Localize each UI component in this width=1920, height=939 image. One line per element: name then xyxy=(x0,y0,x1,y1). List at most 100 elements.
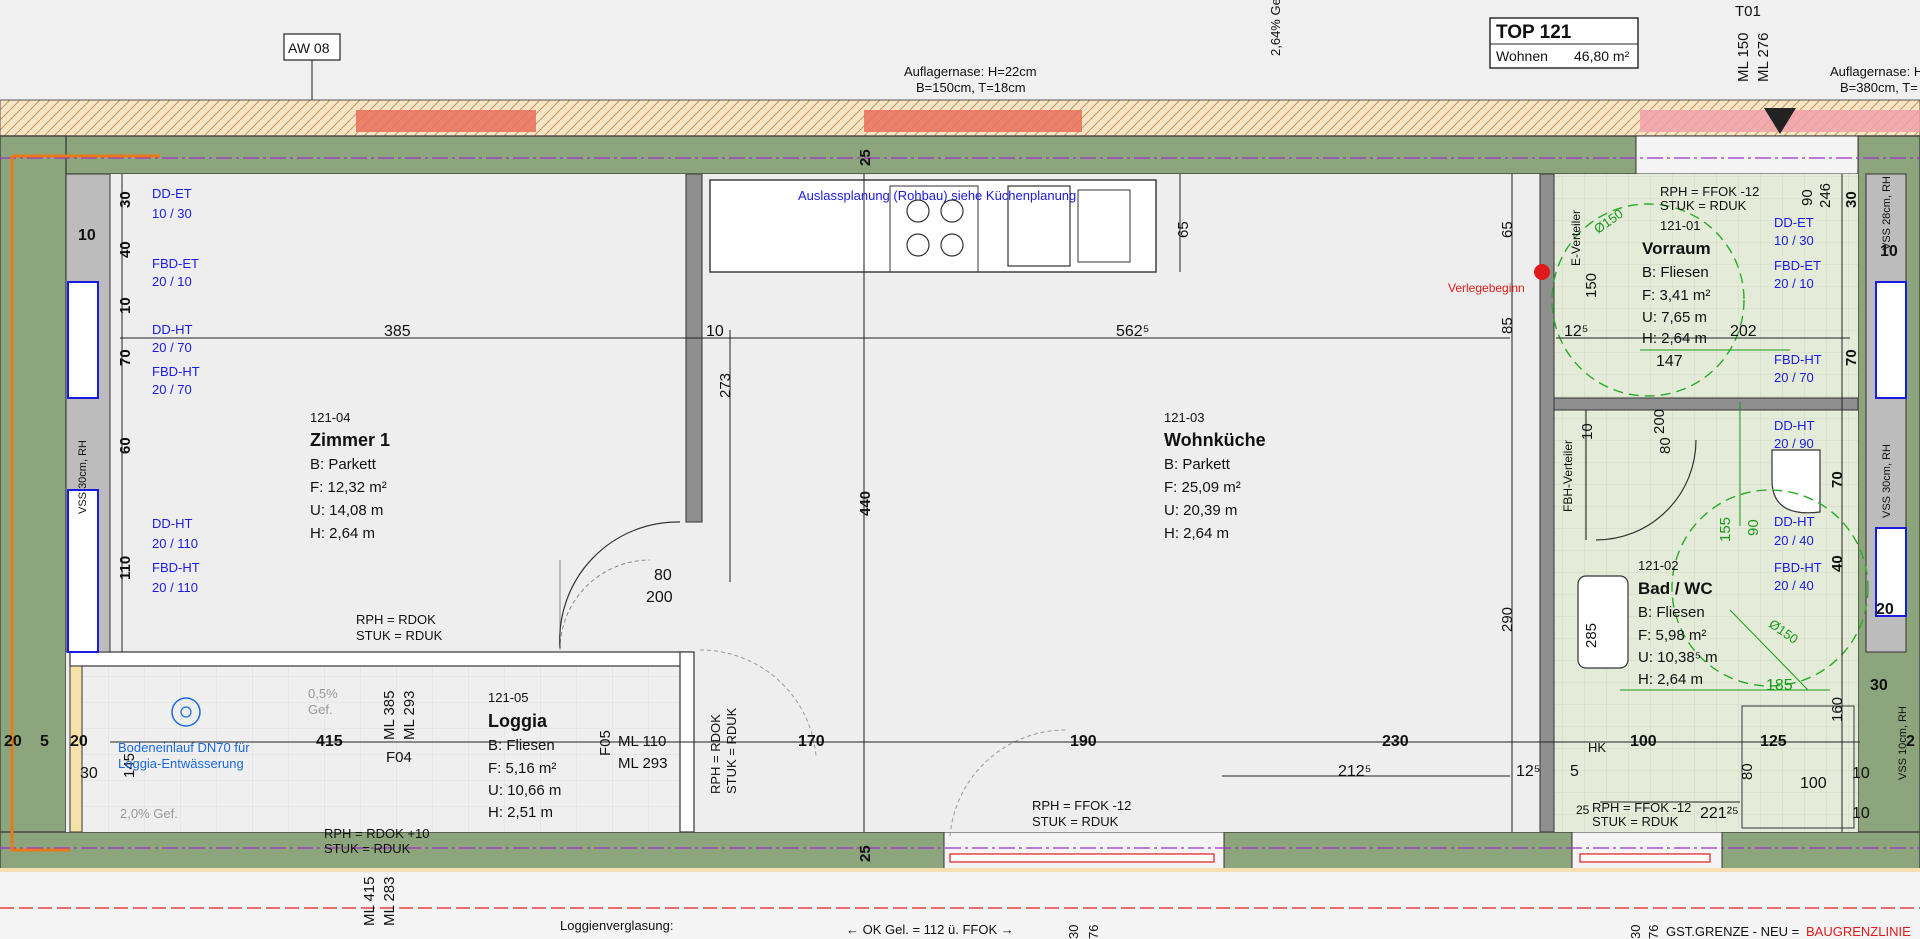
dim-10-left: 10 xyxy=(78,227,96,244)
room-bad-h: H: 2,64 m xyxy=(1638,671,1703,688)
dim-80-b: 80 xyxy=(1739,763,1756,780)
dim-562: 562⁵ xyxy=(1116,323,1149,340)
dim-25-bottom: 25 xyxy=(857,845,874,862)
e-verteiler-label: E-Verteiler xyxy=(1569,210,1583,266)
wall-top xyxy=(0,135,1920,175)
dim-b170: 170 xyxy=(798,733,825,750)
window-opening-bath xyxy=(1571,831,1723,871)
room-zimmer-num: 121-04 xyxy=(310,410,350,425)
lintel-1 xyxy=(356,110,536,132)
baugrenz-label: BAUGRENZLINIE xyxy=(1806,924,1911,939)
door-opening-bottom xyxy=(943,831,1225,871)
room-loggia-u: U: 10,66 m xyxy=(488,782,561,799)
dim-147: 147 xyxy=(1656,353,1683,370)
room-bad-f: F: 5,98 m² xyxy=(1638,627,1706,644)
washbasin xyxy=(1577,575,1629,669)
loggia-stuk-bottom: STUK = RDUK xyxy=(324,841,411,856)
wr-1a: FBD-ET xyxy=(1774,258,1821,273)
wr-5a: FBD-HT xyxy=(1774,560,1822,575)
gst-label: GST.GRENZE - NEU = xyxy=(1666,924,1799,939)
wr-0a: DD-ET xyxy=(1774,215,1814,230)
loggia-ml293b: ML 293 xyxy=(618,755,667,772)
dim-70-bath: 70 xyxy=(1829,471,1846,488)
footing-line xyxy=(0,868,1920,872)
room-loggia-num: 121-05 xyxy=(488,690,528,705)
dim-290: 290 xyxy=(1499,607,1516,632)
hk-label: HK xyxy=(1588,740,1606,755)
room-wohn-num: 121-03 xyxy=(1164,410,1204,425)
slope-20: 2,0% Gef. xyxy=(120,806,178,821)
dim-273: 273 xyxy=(717,373,734,398)
dim-b125: 125 xyxy=(1760,733,1787,750)
laying-start-marker xyxy=(1534,264,1550,280)
wl-3b: 20 / 70 xyxy=(152,382,192,397)
dim-10-y: 10 xyxy=(1852,805,1870,822)
support2-line1: Auflagernase: H xyxy=(1830,64,1920,79)
right-stuk-top: STUK = RDUK xyxy=(1660,198,1747,213)
door-200: 200 xyxy=(646,589,673,606)
dim-b212: 212⁵ xyxy=(1338,763,1371,780)
dim-185: 185 xyxy=(1766,677,1793,694)
wl-1b: 20 / 10 xyxy=(152,274,192,289)
drain-note-1: Bodeneinlauf DN70 für xyxy=(118,740,250,755)
verlegebeginn-label: Verlegebeginn xyxy=(1448,281,1525,295)
wr-3b: 20 / 90 xyxy=(1774,436,1814,451)
t01-ml2: ML 276 xyxy=(1755,33,1772,82)
room-loggia-name: Loggia xyxy=(488,711,548,731)
loggia-rph-bottom: RPH = RDOK +10 xyxy=(324,826,430,841)
wl-4b: 20 / 110 xyxy=(152,536,198,551)
dim-b12: 12⁵ xyxy=(1516,763,1540,780)
wl-0b: 10 / 30 xyxy=(152,206,192,221)
wl-3a: FBD-HT xyxy=(152,364,200,379)
dim-10-mid: 10 xyxy=(706,323,724,340)
dim-10: 10 xyxy=(117,297,134,314)
dim-65: 65 xyxy=(1175,221,1192,238)
room-bad-name: Bad / WC xyxy=(1638,579,1713,598)
vss-left: VSS 30cm, RH xyxy=(77,440,89,514)
dim-12-5: 12⁵ xyxy=(1564,323,1588,340)
dim-110: 110 xyxy=(117,556,134,580)
dim-10-right: 10 xyxy=(1880,243,1898,260)
dim-40: 40 xyxy=(117,241,134,258)
dim-b2: 2 xyxy=(1906,733,1915,750)
t01-ml1: ML 150 xyxy=(1735,33,1752,82)
loggia-ml415: ML 415 xyxy=(361,877,378,926)
kitchen-note: Auslassplanung (Rohbau) siehe Küchenplan… xyxy=(798,188,1076,203)
drain-note-2: Loggia-Entwässerung xyxy=(118,756,244,771)
right-30: 30 xyxy=(1628,925,1643,939)
window-pane-bath xyxy=(1579,853,1711,863)
room-vorraum-f: F: 3,41 m² xyxy=(1642,287,1710,304)
door-80: 80 xyxy=(654,567,672,584)
dim-b100: 100 xyxy=(1630,733,1657,750)
loggia-ml283: ML 283 xyxy=(381,877,398,926)
mid-76: 76 xyxy=(1086,925,1101,939)
loggia-ml110: ML 110 xyxy=(618,733,666,750)
dim-b221: 221²⁵ xyxy=(1700,805,1739,822)
wl-2a: DD-HT xyxy=(152,322,192,337)
dim-385: 385 xyxy=(384,323,411,340)
wl-4a: DD-HT xyxy=(152,516,192,531)
room-vorraum-num: 121-01 xyxy=(1660,218,1700,233)
dim-70-right: 70 xyxy=(1843,349,1860,366)
dim-60: 60 xyxy=(117,437,134,454)
wr-3a: DD-HT xyxy=(1774,418,1814,433)
unit-area: 46,80 m² xyxy=(1574,48,1630,64)
dim-30-right-2: 30 xyxy=(1870,677,1888,694)
support1-line2: B=150cm, T=18cm xyxy=(916,80,1026,95)
wr-4b: 20 / 40 xyxy=(1774,533,1814,548)
room-bad-u: U: 10,38⁵ m xyxy=(1638,649,1718,666)
room-loggia-b: B: Fliesen xyxy=(488,737,555,754)
aw-tag: AW 08 xyxy=(288,40,330,56)
t01-label: T01 xyxy=(1735,3,1761,20)
dim-b5b: 5 xyxy=(1570,763,1579,780)
room-loggia-f: F: 5,16 m² xyxy=(488,760,556,777)
dim-85: 85 xyxy=(1499,317,1516,334)
room-zimmer-u: U: 14,08 m xyxy=(310,502,383,519)
support2-line2: B=380cm, T= xyxy=(1840,80,1918,95)
dim-30: 30 xyxy=(117,191,134,208)
loggia-f04: F04 xyxy=(386,749,412,766)
unit-label: Wohnen xyxy=(1496,48,1548,64)
wl-1a: FBD-ET xyxy=(152,256,199,271)
dim-20-right: 20 xyxy=(1876,601,1894,618)
dim-160: 160 xyxy=(1829,697,1846,722)
